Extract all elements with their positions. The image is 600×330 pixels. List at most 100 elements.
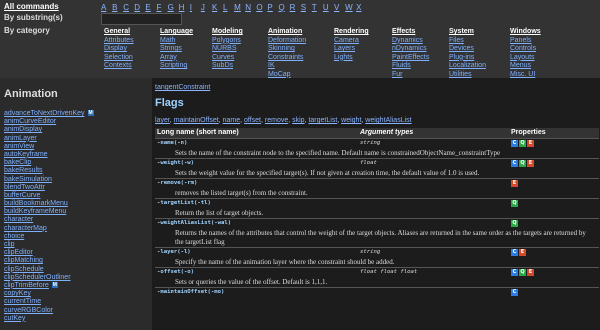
category-link[interactable]: Camera	[334, 37, 369, 46]
alphabet-link[interactable]: S	[301, 3, 312, 12]
category-link[interactable]: Layouts	[510, 54, 541, 63]
category-title[interactable]: Windows	[510, 28, 541, 37]
category-title[interactable]: Effects	[392, 28, 429, 37]
sidebar-command-link[interactable]: bakeSimulation	[4, 176, 150, 184]
sidebar-command-link[interactable]: curveRGBColor	[4, 307, 150, 315]
sidebar-command-link[interactable]: clipEditor	[4, 249, 150, 257]
sidebar-command-link[interactable]: buildBookmarkMenu	[4, 200, 150, 208]
alphabet-link[interactable]: Q	[279, 3, 290, 12]
category-link[interactable]: Constraints	[268, 54, 306, 63]
flag-link[interactable]: remove	[265, 117, 288, 124]
alphabet-link[interactable]: M	[234, 3, 245, 12]
sidebar-command-link[interactable]: animLayer	[4, 135, 150, 143]
category-link[interactable]: IK	[268, 62, 306, 71]
category-link[interactable]: NURBS	[212, 45, 243, 54]
alphabet-link[interactable]: U	[323, 3, 334, 12]
alphabet-link[interactable]: G	[168, 3, 179, 12]
category-link[interactable]: Deformation	[268, 37, 306, 46]
sidebar-command-link[interactable]: clipSchedulerOutliner	[4, 274, 150, 282]
category-link[interactable]: Panels	[510, 37, 541, 46]
alphabet-link[interactable]: E	[145, 3, 156, 12]
category-link[interactable]: Fluids	[392, 62, 429, 71]
alphabet-link[interactable]: B	[112, 3, 123, 12]
sidebar-command-link[interactable]: blendTwoAttr	[4, 184, 150, 192]
sidebar-command-link[interactable]: animCurveEditor	[4, 118, 150, 126]
flag-link[interactable]: targetList	[308, 117, 337, 124]
alphabet-link[interactable]: A	[101, 3, 112, 12]
sidebar-command-link[interactable]: clipTrimBefore M	[4, 282, 150, 290]
flag-link[interactable]: maintainOffset	[174, 117, 219, 124]
flag-link[interactable]: skip	[292, 117, 304, 124]
alphabet-link[interactable]: I	[190, 3, 201, 12]
category-link[interactable]: Math	[160, 37, 193, 46]
sidebar-command-link[interactable]: currentTime	[4, 298, 150, 306]
category-link[interactable]: Scripting	[160, 62, 193, 71]
all-commands-link[interactable]: All commands	[4, 2, 59, 11]
alphabet-link[interactable]: O	[256, 3, 267, 12]
command-name-link[interactable]: tangentConstraint	[155, 84, 210, 91]
category-link[interactable]: SubDs	[212, 62, 243, 71]
flag-link[interactable]: name	[223, 117, 241, 124]
category-link[interactable]: Controls	[510, 45, 541, 54]
flag-link[interactable]: weightAliasList	[365, 117, 411, 124]
category-link[interactable]: Plug-ins	[449, 54, 486, 63]
sidebar-command-link[interactable]: animView	[4, 143, 150, 151]
category-title[interactable]: Animation	[268, 28, 306, 37]
category-link[interactable]: Skinning	[268, 45, 306, 54]
alphabet-link[interactable]: V	[334, 3, 345, 12]
sidebar-command-link[interactable]: cutKey	[4, 315, 150, 323]
category-title[interactable]: Language	[160, 28, 193, 37]
flag-link[interactable]: layer	[155, 117, 170, 124]
alphabet-link[interactable]: C	[123, 3, 134, 12]
substring-search-input[interactable]	[101, 13, 182, 25]
category-link[interactable]: Localization	[449, 62, 486, 71]
flag-link[interactable]: weight	[341, 117, 361, 124]
sidebar-command-link[interactable]: clip	[4, 241, 150, 249]
category-link[interactable]: Array	[160, 54, 193, 63]
category-link[interactable]: Selection	[104, 54, 134, 63]
category-link[interactable]: PaintEffects	[392, 54, 429, 63]
alphabet-link[interactable]: D	[134, 3, 145, 12]
sidebar-command-link[interactable]: bakeClip	[4, 159, 150, 167]
alphabet-link[interactable]: H	[179, 3, 190, 12]
category-link[interactable]: Files	[449, 37, 486, 46]
alphabet-link[interactable]: L	[223, 3, 234, 12]
alphabet-link[interactable]: P	[267, 3, 278, 12]
sidebar-command-link[interactable]: clipMatching	[4, 257, 150, 265]
sidebar-command-link[interactable]: clipSchedule	[4, 266, 150, 274]
category-link[interactable]: Devices	[449, 45, 486, 54]
sidebar-command-link[interactable]: bakeResults	[4, 167, 150, 175]
sidebar-command-link[interactable]: copyKey	[4, 290, 150, 298]
sidebar-command-link[interactable]: animDisplay	[4, 126, 150, 134]
category-link[interactable]: Menus	[510, 62, 541, 71]
category-title[interactable]: General	[104, 28, 134, 37]
category-link[interactable]: Lights	[334, 54, 369, 63]
sidebar-command-link[interactable]: characterMap	[4, 225, 150, 233]
sidebar-command-link[interactable]: character	[4, 216, 150, 224]
sidebar-command-link[interactable]: bufferCurve	[4, 192, 150, 200]
alphabet-link[interactable]: R	[290, 3, 301, 12]
category-link[interactable]: Contexts	[104, 62, 134, 71]
category-link[interactable]: Display	[104, 45, 134, 54]
category-link[interactable]: Layers	[334, 45, 369, 54]
alphabet-link[interactable]: K	[212, 3, 223, 12]
category-link[interactable]: Curves	[212, 54, 243, 63]
alphabet-link[interactable]: N	[245, 3, 256, 12]
sidebar-command-link[interactable]: buildKeyframeMenu	[4, 208, 150, 216]
category-title[interactable]: Rendering	[334, 28, 369, 37]
category-title[interactable]: Modeling	[212, 28, 243, 37]
alphabet-link[interactable]: T	[312, 3, 323, 12]
alphabet-link[interactable]: J	[201, 3, 212, 12]
category-link[interactable]: Polygons	[212, 37, 243, 46]
alphabet-link[interactable]: W	[345, 3, 356, 12]
category-link[interactable]: Dynamics	[392, 37, 429, 46]
alphabet-link[interactable]: F	[156, 3, 167, 12]
flag-link[interactable]: offset	[244, 117, 261, 124]
alphabet-link[interactable]: X	[356, 3, 367, 12]
sidebar-command-link[interactable]: choice	[4, 233, 150, 241]
category-link[interactable]: nDynamics	[392, 45, 429, 54]
sidebar-command-link[interactable]: advanceToNextDrivenKey M	[4, 110, 150, 118]
sidebar-command-link[interactable]: autoKeyframe	[4, 151, 150, 159]
category-link[interactable]: Strings	[160, 45, 193, 54]
category-link[interactable]: Attributes	[104, 37, 134, 46]
